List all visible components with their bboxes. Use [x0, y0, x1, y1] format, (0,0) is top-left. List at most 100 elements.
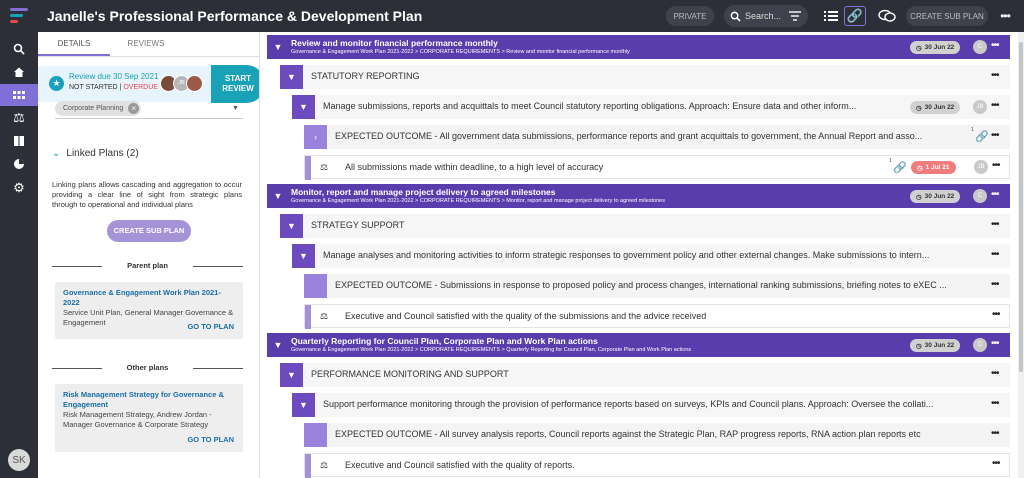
chat-icon[interactable] [876, 6, 898, 26]
section-path: Governance & Engagement Work Plan 2021-2… [291, 198, 665, 204]
start-review-button[interactable]: START REVIEW [211, 65, 259, 103]
dropdown-caret-icon[interactable]: ▼ [232, 105, 239, 112]
chevron-right-icon[interactable]: › [304, 125, 327, 149]
panel-tabs: DETAILS REVIEWS [38, 32, 259, 57]
more-icon[interactable]: ••• [991, 70, 999, 81]
kpi-row[interactable]: ⚖ Executive and Council satisfied with t… [304, 304, 1010, 329]
star-icon: ★ [49, 76, 64, 91]
user-avatar[interactable]: SK [8, 449, 30, 471]
more-icon[interactable]: ••• [991, 219, 999, 230]
more-icon[interactable]: ••• [991, 428, 999, 439]
outcome-title: EXPECTED OUTCOME - Submissions in respon… [335, 280, 947, 290]
linked-plans-description: Linking plans allows cascading and aggre… [52, 180, 242, 209]
more-icon[interactable]: ••• [991, 398, 999, 409]
more-icon[interactable]: ••• [991, 100, 999, 111]
scales-icon: ⚖ [320, 460, 329, 470]
chevron-down-icon[interactable]: ▼ [280, 214, 303, 238]
gear-icon[interactable]: ⚙ [0, 177, 38, 199]
create-sub-plan-button[interactable]: CREATE SUB PLAN [107, 220, 191, 242]
link-count: 1 [971, 127, 975, 133]
more-icon[interactable]: ••• [994, 6, 1016, 26]
other-plan-subtitle: Risk Management Strategy, Andrew Jordan … [63, 410, 212, 429]
section-header[interactable]: ▼ Review and monitor financial performan… [267, 35, 1010, 59]
group-row[interactable]: ▼ STRATEGY SUPPORT ••• [280, 214, 1010, 238]
search-box[interactable]: Search... [724, 5, 808, 27]
outcome-row[interactable]: EXPECTED OUTCOME - All survey analysis r… [304, 423, 1010, 447]
more-icon[interactable]: ••• [992, 309, 1000, 320]
group-row[interactable]: ▼ PERFORMANCE MONITORING AND SUPPORT ••• [280, 363, 1010, 387]
outcome-row[interactable]: › EXPECTED OUTCOME - All government data… [304, 125, 1010, 149]
scales-icon: ⚖ [320, 162, 329, 172]
owner-avatar: JB [974, 160, 988, 174]
due-date-badge: ◷ 30 Jun 22 [910, 190, 961, 203]
chevron-down-icon[interactable]: ▼ [269, 35, 287, 59]
clock-icon: ◷ [917, 164, 923, 172]
action-row[interactable]: ▼ Manage submissions, reports and acquit… [292, 95, 1010, 119]
nav-rail: ⚖ ⚙ SK [0, 0, 38, 478]
list-view-icon[interactable] [820, 6, 842, 26]
section-title: Quarterly Reporting for Council Plan, Co… [291, 336, 598, 346]
chevron-down-icon[interactable]: ▼ [292, 95, 315, 119]
review-status: NOT STARTED | OVERDUE [69, 84, 158, 91]
owner-avatar: C [973, 338, 987, 352]
more-icon[interactable]: ••• [991, 338, 999, 349]
action-row[interactable]: ▼ Manage analyses and monitoring activit… [292, 244, 1010, 268]
tab-details[interactable]: DETAILS [38, 32, 110, 56]
outcome-row[interactable]: EXPECTED OUTCOME - Submissions in respon… [304, 274, 1010, 298]
action-row[interactable]: ▼ Support performance monitoring through… [292, 393, 1010, 417]
chevron-down-icon[interactable]: ▼ [269, 184, 287, 208]
group-title: STRATEGY SUPPORT [311, 220, 405, 230]
filter-icon[interactable] [789, 11, 802, 21]
parent-plan-card[interactable]: Governance & Engagement Work Plan 2021-2… [55, 282, 243, 339]
link-icon[interactable]: 🔗 [975, 130, 989, 143]
parent-plan-heading: Parent plan [52, 261, 243, 270]
owner-avatar: C [973, 189, 987, 203]
more-icon[interactable]: ••• [991, 40, 999, 51]
private-badge[interactable]: PRIVATE [666, 6, 714, 26]
chevron-down-icon[interactable]: ▼ [280, 363, 303, 387]
kpi-row[interactable]: ⚖ All submissions made within deadline, … [304, 155, 1010, 180]
scrollbar[interactable] [1018, 32, 1024, 478]
scrollbar-thumb[interactable] [1019, 42, 1023, 372]
more-icon[interactable]: ••• [992, 160, 1000, 171]
section-header[interactable]: ▼ Quarterly Reporting for Council Plan, … [267, 333, 1010, 357]
app-logo[interactable] [10, 8, 28, 24]
other-plan-card[interactable]: Risk Management Strategy for Governance … [55, 384, 243, 452]
scales-icon[interactable]: ⚖ [0, 107, 38, 129]
details-panel: DETAILS REVIEWS ★ Review due 30 Sep 2021… [38, 32, 260, 478]
pie-chart-icon[interactable] [0, 153, 38, 175]
action-title: Manage analyses and monitoring activitie… [323, 250, 930, 260]
grid-icon[interactable] [0, 84, 38, 106]
link-icon[interactable]: 🔗 [893, 161, 907, 174]
clock-icon: ◷ [916, 44, 922, 52]
create-sub-plan-button[interactable]: CREATE SUB PLAN [906, 6, 988, 26]
kpi-title: Executive and Council satisfied with the… [345, 460, 575, 470]
go-to-plan-link[interactable]: GO TO PLAN [187, 435, 234, 444]
tab-reviews[interactable]: REVIEWS [110, 32, 182, 56]
more-icon[interactable]: ••• [992, 458, 1000, 469]
more-icon[interactable]: ••• [991, 279, 999, 290]
search-input[interactable]: Search... [745, 11, 781, 21]
group-row[interactable]: ▼ STATUTORY REPORTING ••• [280, 65, 1010, 89]
book-icon[interactable] [0, 130, 38, 152]
chevron-down-icon[interactable]: ▼ [292, 393, 315, 417]
search-icon[interactable] [0, 38, 38, 60]
chevron-down-icon[interactable]: ▼ [280, 65, 303, 89]
remove-tag-icon[interactable]: × [128, 103, 140, 114]
section-header[interactable]: ▼ Monitor, report and manage project del… [267, 184, 1010, 208]
go-to-plan-link[interactable]: GO TO PLAN [187, 322, 234, 331]
kpi-row[interactable]: ⚖ Executive and Council satisfied with t… [304, 453, 1010, 478]
chevron-down-icon[interactable]: ▼ [292, 244, 315, 268]
more-icon[interactable]: ••• [991, 189, 999, 200]
linked-plans-toggle[interactable]: ⌄ Linked Plans (2) [52, 148, 139, 159]
chevron-down-icon[interactable]: ▼ [269, 333, 287, 357]
more-icon[interactable]: ••• [991, 368, 999, 379]
more-icon[interactable]: ••• [991, 130, 999, 141]
parent-plan-title[interactable]: Governance & Engagement Work Plan 2021-2… [63, 288, 235, 308]
home-icon[interactable] [0, 61, 38, 83]
other-plan-title[interactable]: Risk Management Strategy for Governance … [63, 390, 235, 410]
more-icon[interactable]: ••• [991, 249, 999, 260]
link-icon[interactable]: 🔗 [844, 6, 866, 26]
divider [55, 118, 243, 119]
top-bar: Janelle's Professional Performance & Dev… [38, 0, 1024, 32]
